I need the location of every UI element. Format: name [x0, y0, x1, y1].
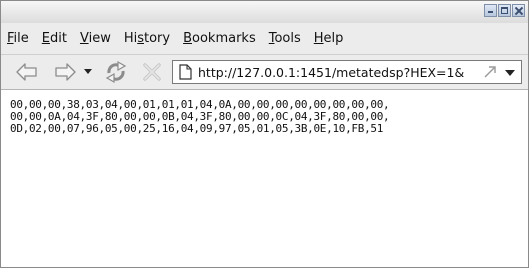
menu-view[interactable]: View [80, 31, 111, 46]
close-button[interactable] [512, 4, 525, 17]
menu-file[interactable]: File [7, 31, 29, 46]
page-icon [179, 64, 192, 80]
history-dropdown-icon[interactable] [83, 68, 93, 76]
reload-icon[interactable] [103, 59, 129, 85]
menu-history[interactable]: History [124, 31, 170, 46]
minimize-button[interactable] [484, 4, 497, 17]
browser-window: File Edit View History Bookmarks Tools H… [0, 0, 529, 268]
window-controls [484, 4, 525, 17]
stop-icon[interactable] [141, 61, 163, 83]
menu-help[interactable]: Help [314, 31, 344, 46]
forward-arrow-icon[interactable] [53, 61, 77, 83]
page-content: 00,00,00,38,03,04,00,01,01,01,04,0A,00,0… [1, 89, 528, 267]
navigation-toolbar: http://127.0.0.1:1451/metatedsp?HEX=1& [1, 54, 528, 89]
back-arrow-icon[interactable] [15, 61, 39, 83]
menu-bar: File Edit View History Bookmarks Tools H… [1, 24, 528, 52]
title-bar [1, 1, 528, 23]
go-arrow-icon[interactable] [483, 65, 497, 79]
url-text[interactable]: http://127.0.0.1:1451/metatedsp?HEX=1& [198, 65, 478, 80]
url-bar[interactable]: http://127.0.0.1:1451/metatedsp?HEX=1& [172, 60, 522, 84]
menu-tools[interactable]: Tools [269, 31, 301, 46]
maximize-button[interactable] [498, 4, 511, 17]
menu-edit[interactable]: Edit [42, 31, 67, 46]
url-dropdown-icon[interactable] [505, 70, 515, 76]
menu-bookmarks[interactable]: Bookmarks [183, 31, 256, 46]
hex-line: 0D,02,00,07,96,05,00,25,16,04,09,97,05,0… [10, 122, 384, 135]
hex-output: 00,00,00,38,03,04,00,01,01,01,04,0A,00,0… [10, 99, 528, 135]
